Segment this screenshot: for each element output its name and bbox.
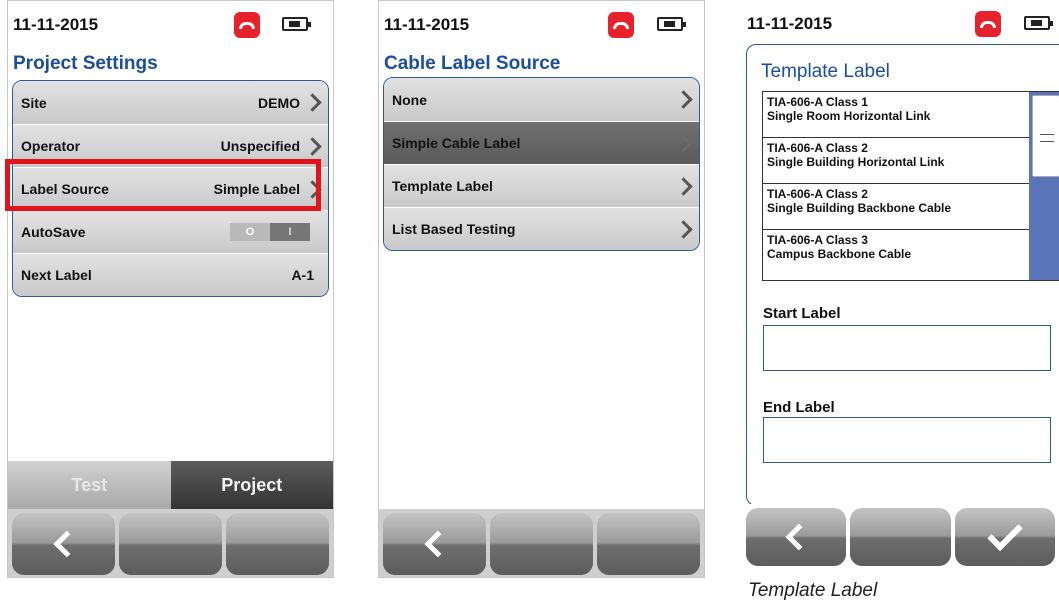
nav-bar [379,509,704,577]
row-value: A-1 [291,267,314,283]
template-list: TIA-606-A Class 1 Single Room Horizontal… [762,91,1059,281]
template-name: TIA-606-A Class 2 [767,141,868,155]
nav-button-right[interactable] [226,513,329,575]
template-name: TIA-606-A Class 3 [767,233,868,247]
page-title: Project Settings [13,53,158,74]
status-bar: 11-11-2015 [379,1,704,45]
cable-label-source-screen: 11-11-2015 Cable Label Source None Simpl… [378,0,705,578]
chevron-right-icon [677,177,689,197]
template-desc: Single Building Backbone Cable [767,201,952,215]
end-label-caption: End Label [763,399,898,420]
page-title: Cable Label Source [384,53,561,74]
template-desc: Single Building Horizontal Link [767,155,945,169]
figure-caption: Template Label [748,580,878,601]
date: 11-11-2015 [747,14,833,33]
battery-icon [1024,16,1053,30]
nav-bar [742,504,1059,570]
nav-button-right[interactable] [597,513,700,575]
row-autosave: AutoSave O I [13,210,328,253]
template-desc: Single Room Horizontal Link [767,109,931,123]
template-label-screen: 11-11-2015 Template Label TIA-606-A Clas… [742,0,1059,570]
date: 11-11-2015 [13,15,99,34]
template-name: TIA-606-A Class 1 [767,95,868,109]
battery-icon [657,17,686,31]
row-next-label[interactable]: Next Label A-1 [13,253,328,296]
template-desc: Campus Backbone Cable [767,247,912,261]
phone-icon[interactable] [234,12,260,38]
chevron-right-icon [677,220,689,240]
template-name: TIA-606-A Class 2 [767,187,868,201]
tab-project[interactable]: Project [170,461,333,509]
confirm-button[interactable] [954,508,1055,566]
nav-bar [8,509,333,577]
scroll-thumb[interactable] [1032,95,1059,177]
date: 11-11-2015 [384,15,470,34]
row-label: None [392,91,427,108]
phone-icon[interactable] [608,12,634,38]
row-site[interactable]: Site DEMO [13,81,328,124]
status-bar: 11-11-2015 [8,1,333,45]
start-label-caption: Start Label [763,305,898,326]
nav-button-middle[interactable] [119,513,222,575]
status-bar: 11-11-2015 [742,0,1059,44]
back-arrow-icon [52,530,80,558]
nav-button-middle[interactable] [850,508,951,566]
row-label: Operator [21,138,81,154]
checkmark-icon [987,515,1023,552]
chevron-right-icon [306,93,318,113]
toggle-on-label: I [270,223,310,241]
option-list-based-testing[interactable]: List Based Testing [384,207,699,250]
battery-icon [282,17,311,31]
row-label: Next Label [21,267,92,283]
start-label-field[interactable] [763,325,1051,371]
highlight-box [5,159,321,211]
label-source-list: None Simple Cable Label Template Label L… [383,77,700,251]
back-arrow-icon [785,523,813,551]
chevron-right-icon [677,90,689,110]
list-item[interactable]: TIA-606-A Class 2 Single Building Backbo… [763,184,1029,230]
page-title: Template Label [761,61,890,82]
option-none[interactable]: None [384,78,699,121]
toggle-off-label: O [230,223,270,241]
phone-icon[interactable] [975,11,1001,37]
back-button[interactable] [383,513,486,575]
row-label: List Based Testing [392,221,516,237]
list-item[interactable]: TIA-606-A Class 1 Single Room Horizontal… [763,92,1029,138]
end-label-text: End Label [763,399,835,416]
row-label: Site [21,94,47,111]
chevron-right-icon [677,134,689,154]
template-panel: Template Label TIA-606-A Class 1 Single … [746,44,1059,506]
start-label-text: Start Label [763,305,841,322]
row-label: Simple Cable Label [392,135,521,151]
scrollbar[interactable] [1029,92,1059,280]
back-button[interactable] [746,508,847,566]
row-value: Unspecified [220,138,300,154]
option-simple-cable-label[interactable]: Simple Cable Label [384,121,699,164]
project-settings-screen: 11-11-2015 Project Settings Site DEMO Op… [7,0,334,578]
row-label: Template Label [392,178,493,194]
row-label: AutoSave [21,224,86,240]
list-item[interactable]: TIA-606-A Class 2 Single Building Horizo… [763,138,1029,184]
autosave-toggle[interactable]: O I [230,223,310,241]
tab-test[interactable]: Test [8,461,171,509]
nav-button-middle[interactable] [490,513,593,575]
list-item[interactable]: TIA-606-A Class 3 Campus Backbone Cable [763,230,1029,276]
back-arrow-icon [423,530,451,558]
chevron-right-icon [306,137,318,157]
option-template-label[interactable]: Template Label [384,164,699,207]
mode-tabs: Test Project [8,461,333,509]
row-value: DEMO [258,94,300,111]
end-label-field[interactable] [763,417,1051,463]
back-button[interactable] [12,513,115,575]
